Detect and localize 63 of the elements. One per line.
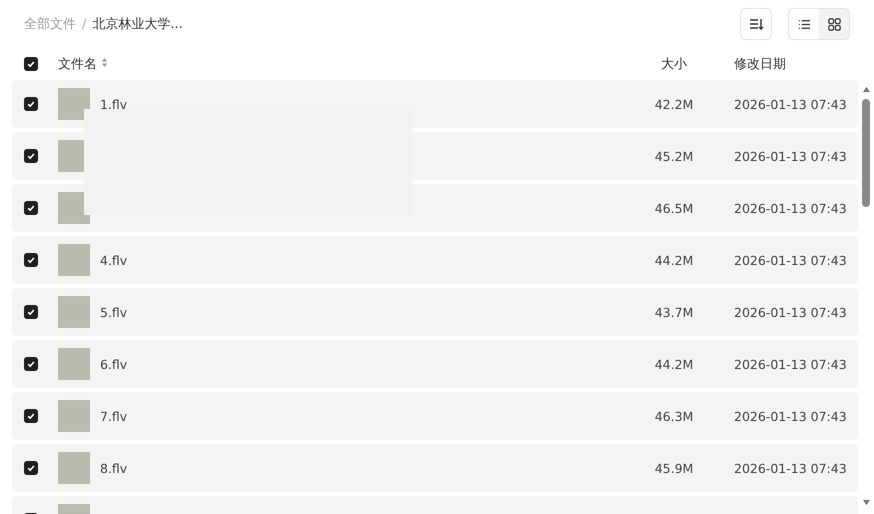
file-size: 44.2M [654, 356, 694, 372]
file-size: 46.3M [654, 408, 694, 424]
scroll-up-icon[interactable] [862, 86, 870, 93]
column-header[interactable]: 文件名 [58, 55, 97, 73]
photo-placeholder [58, 296, 90, 328]
checkbox[interactable] [24, 409, 38, 423]
check-icon [26, 99, 36, 109]
file-size: 42.2M [654, 96, 694, 112]
file-row[interactable]: 5.flv 43.7M 2026-01-13 07:43 [12, 288, 858, 336]
file-size: 46.5M [654, 200, 694, 216]
grid-view-button[interactable] [819, 9, 849, 39]
checkbox[interactable] [24, 461, 38, 475]
breadcrumb-separator: / [82, 16, 86, 32]
check-icon [26, 203, 36, 213]
photo-placeholder [58, 88, 90, 120]
modified-date: 2026-01-13 07:43 [734, 200, 847, 216]
photo-placeholder [58, 348, 90, 380]
photo-placeholder [58, 452, 90, 484]
checkbox[interactable] [24, 201, 38, 215]
breadcrumb-link[interactable]: 北京林业大学... [92, 15, 183, 33]
scroll-down-icon[interactable] [862, 499, 870, 506]
file-name[interactable]: 8.flv [100, 460, 128, 476]
checkbox[interactable] [24, 57, 38, 71]
scrollbar-thumb[interactable] [862, 99, 870, 207]
file-size: 43.7M [654, 304, 694, 320]
column-header[interactable]: 大小 [661, 55, 687, 73]
checkbox[interactable] [24, 149, 38, 163]
file-name[interactable]: 1.flv [100, 96, 128, 112]
file-name[interactable]: 7.flv [100, 408, 128, 424]
modified-date: 2026-01-13 07:43 [734, 460, 847, 476]
modified-date: 2026-01-13 07:43 [734, 96, 847, 112]
sort-button[interactable] [740, 8, 772, 40]
checkbox[interactable] [24, 357, 38, 371]
modified-date: 2026-01-13 07:43 [734, 148, 847, 164]
file-size: 44.2M [654, 252, 694, 268]
photo-placeholder [58, 400, 90, 432]
check-icon [26, 255, 36, 265]
file-row[interactable]: 8.flv 45.9M 2026-01-13 07:43 [12, 444, 858, 492]
file-row[interactable]: 4.flv 44.2M 2026-01-13 07:43 [12, 236, 858, 284]
file-row[interactable]: 6.flv 44.2M 2026-01-13 07:43 [12, 340, 858, 388]
modified-date: 2026-01-13 07:43 [734, 304, 847, 320]
checkbox[interactable] [24, 253, 38, 267]
column-header[interactable]: 修改日期 [734, 55, 786, 73]
check-icon [26, 307, 36, 317]
file-size: 45.9M [654, 460, 694, 476]
check-icon [26, 411, 36, 421]
file-row[interactable]: 7.flv 46.3M 2026-01-13 07:43 [12, 392, 858, 440]
photo-placeholder [58, 244, 90, 276]
modified-date: 2026-01-13 07:43 [734, 252, 847, 268]
check-icon [26, 463, 36, 473]
file-name[interactable]: 6.flv [100, 356, 128, 372]
checkbox[interactable] [24, 305, 38, 319]
check-icon [26, 59, 36, 69]
modified-date: 2026-01-13 07:43 [734, 408, 847, 424]
checkbox[interactable] [24, 97, 38, 111]
check-icon [26, 359, 36, 369]
check-icon [26, 151, 36, 161]
sort-icon [748, 16, 764, 32]
modified-date: 2026-01-13 07:43 [734, 356, 847, 372]
grid-icon [826, 16, 842, 32]
file-name[interactable]: 5.flv [100, 304, 128, 320]
file-name[interactable]: 4.flv [100, 252, 128, 268]
file-size: 45.2M [654, 148, 694, 164]
